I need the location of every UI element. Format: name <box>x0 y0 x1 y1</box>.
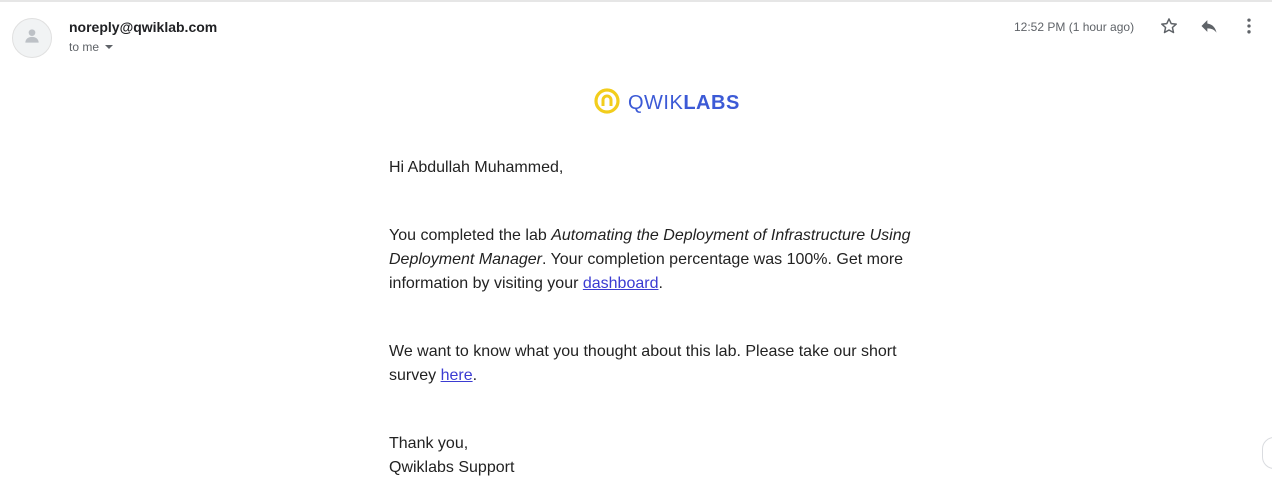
sender-address[interactable]: noreply@qwiklab.com <box>69 19 217 35</box>
side-panel-toggle[interactable] <box>1262 437 1272 469</box>
person-icon <box>22 26 42 51</box>
sender-avatar[interactable] <box>12 18 52 58</box>
qwiklabs-wordmark: QWIKLABS <box>628 92 740 114</box>
star-button[interactable] <box>1157 16 1181 40</box>
completion-text-suffix: . <box>658 275 663 292</box>
recipient-label: to me <box>69 40 100 54</box>
completion-text-prefix: You completed the lab <box>389 227 552 244</box>
reply-button[interactable] <box>1197 16 1221 40</box>
completion-paragraph: You completed the lab Automating the Dep… <box>389 224 929 296</box>
qwiklabs-mark-icon <box>593 87 621 120</box>
survey-paragraph: We want to know what you thought about t… <box>389 340 929 388</box>
top-divider <box>0 0 1272 2</box>
reply-icon <box>1199 16 1219 41</box>
closing-line: Thank you, <box>389 435 469 452</box>
survey-link[interactable]: here <box>441 367 473 384</box>
message-timestamp: 12:52 PM (1 hour ago) <box>1014 20 1135 34</box>
greeting: Hi Abdullah Muhammed, <box>389 159 564 176</box>
recipient-details-toggle[interactable]: to me <box>69 40 114 54</box>
survey-text-suffix: . <box>472 367 478 384</box>
chevron-down-icon <box>105 45 114 49</box>
signoff: Thank you, Qwiklabs Support <box>389 432 929 480</box>
more-options-button[interactable] <box>1237 16 1261 40</box>
qwiklabs-logo: QWIKLABS <box>593 87 740 120</box>
star-outline-icon <box>1159 16 1179 41</box>
more-vert-icon <box>1239 16 1259 41</box>
dashboard-link[interactable]: dashboard <box>583 275 659 292</box>
signature-line: Qwiklabs Support <box>389 459 515 476</box>
